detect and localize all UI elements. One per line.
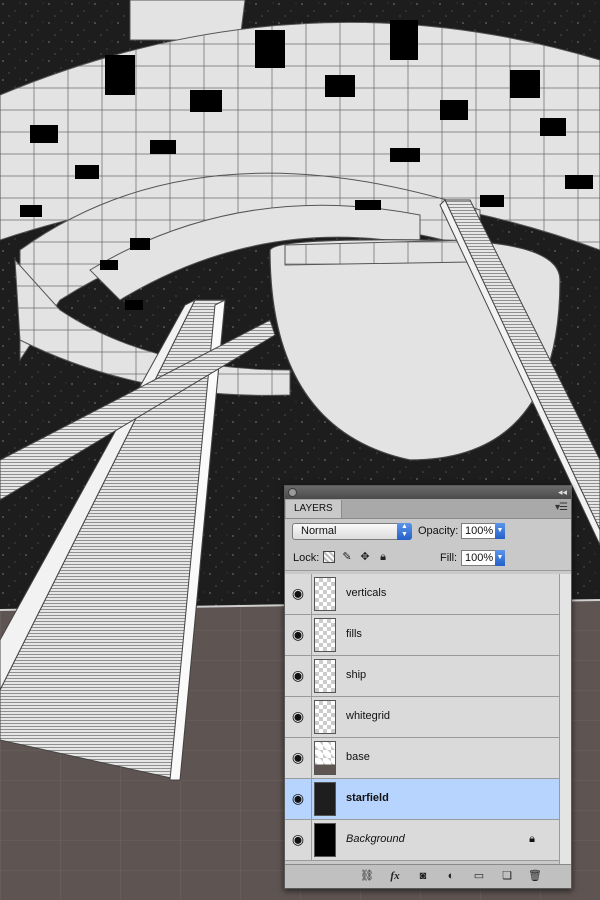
link-layers-icon[interactable]: ⛓ bbox=[359, 869, 375, 883]
layer-row[interactable]: ◉ base bbox=[285, 738, 559, 779]
layer-thumbnail bbox=[314, 823, 336, 857]
folder-icon[interactable]: ▭ bbox=[471, 869, 487, 883]
move-icon[interactable]: ✥ bbox=[359, 551, 371, 563]
trash-icon[interactable]: 🗑︎ bbox=[527, 869, 543, 883]
opacity-label: Opacity: bbox=[418, 525, 459, 537]
lock-fill-row: Lock: ✎ ✥ 🔒︎ Fill: 100% ▼ bbox=[285, 546, 571, 571]
eye-icon[interactable]: ◉ bbox=[288, 624, 308, 644]
layer-name: Background bbox=[346, 833, 405, 845]
fill-field[interactable]: 100% ▼ bbox=[461, 550, 505, 566]
eye-icon[interactable]: ◉ bbox=[288, 706, 308, 726]
layer-thumbnail bbox=[314, 700, 336, 734]
layer-row[interactable]: ◉ whitegrid bbox=[285, 697, 559, 738]
layer-name: whitegrid bbox=[346, 710, 391, 722]
panel-tab-row: LAYERS ▾☰ bbox=[285, 499, 571, 519]
layer-thumbnail bbox=[314, 741, 336, 775]
collapse-icon[interactable]: ◂◂ bbox=[558, 486, 567, 499]
layer-list-scrollbar[interactable] bbox=[559, 574, 571, 864]
opacity-field[interactable]: 100% ▼ bbox=[461, 523, 505, 539]
layer-list: ◉ verticals ◉ fills ◉ ship ◉ whitegrid ◉… bbox=[285, 574, 559, 864]
panel-titlebar[interactable]: ◂◂ bbox=[285, 486, 571, 499]
brush-icon[interactable]: ✎ bbox=[341, 551, 353, 563]
panel-menu-icon[interactable]: ▾☰ bbox=[555, 502, 568, 513]
lock-transparent-icon[interactable] bbox=[323, 551, 335, 563]
layer-thumbnail bbox=[314, 577, 336, 611]
lock-icon: 🔒︎ bbox=[529, 833, 535, 845]
blend-mode-select[interactable]: Normal ▲ ▼ bbox=[292, 523, 412, 540]
eye-icon[interactable]: ◉ bbox=[288, 665, 308, 685]
layer-row[interactable]: ◉ fills bbox=[285, 615, 559, 656]
fill-value: 100% bbox=[465, 552, 494, 564]
fx-icon[interactable]: fx bbox=[387, 869, 403, 883]
layer-row[interactable]: ◉ ship bbox=[285, 656, 559, 697]
layer-thumbnail bbox=[314, 782, 336, 816]
layers-panel: ◂◂ LAYERS ▾☰ Normal ▲ ▼ Opacity: 100% ▼ L… bbox=[284, 485, 572, 889]
lock-label: Lock: bbox=[293, 552, 320, 564]
fill-label: Fill: bbox=[440, 552, 458, 564]
chevron-down-icon[interactable]: ▼ bbox=[495, 550, 505, 566]
layer-name: verticals bbox=[346, 587, 387, 599]
layer-thumbnail bbox=[314, 618, 336, 652]
new-layer-icon[interactable]: ❏ bbox=[499, 869, 515, 883]
eye-icon[interactable]: ◉ bbox=[288, 788, 308, 808]
layer-row[interactable]: ◉ Background 🔒︎ bbox=[285, 820, 559, 861]
panel-footer: ⛓ fx ◙ ◐ ▭ ❏ 🗑︎ bbox=[285, 864, 571, 888]
layer-name: starfield bbox=[346, 792, 389, 804]
up-down-arrows-icon: ▲ ▼ bbox=[397, 523, 412, 540]
blend-mode-value: Normal bbox=[301, 525, 337, 537]
layer-name: base bbox=[346, 751, 370, 763]
adjustment-icon[interactable]: ◐ bbox=[443, 869, 459, 883]
layer-row[interactable]: ◉ verticals bbox=[285, 574, 559, 615]
tab-layers[interactable]: LAYERS bbox=[286, 500, 342, 518]
layer-name: fills bbox=[346, 628, 362, 640]
eye-icon[interactable]: ◉ bbox=[288, 747, 308, 767]
layer-thumbnail bbox=[314, 659, 336, 693]
chevron-down-icon[interactable]: ▼ bbox=[495, 523, 505, 539]
eye-icon[interactable]: ◉ bbox=[288, 829, 308, 849]
eye-icon[interactable]: ◉ bbox=[288, 583, 308, 603]
close-icon[interactable] bbox=[288, 488, 297, 497]
opacity-value: 100% bbox=[465, 525, 494, 537]
layer-name: ship bbox=[346, 669, 367, 681]
mask-icon[interactable]: ◙ bbox=[415, 869, 431, 883]
layer-row-selected[interactable]: ◉ starfield bbox=[285, 779, 559, 820]
lock-icon[interactable]: 🔒︎ bbox=[377, 551, 389, 563]
blend-opacity-row: Normal ▲ ▼ Opacity: 100% ▼ bbox=[285, 519, 571, 544]
